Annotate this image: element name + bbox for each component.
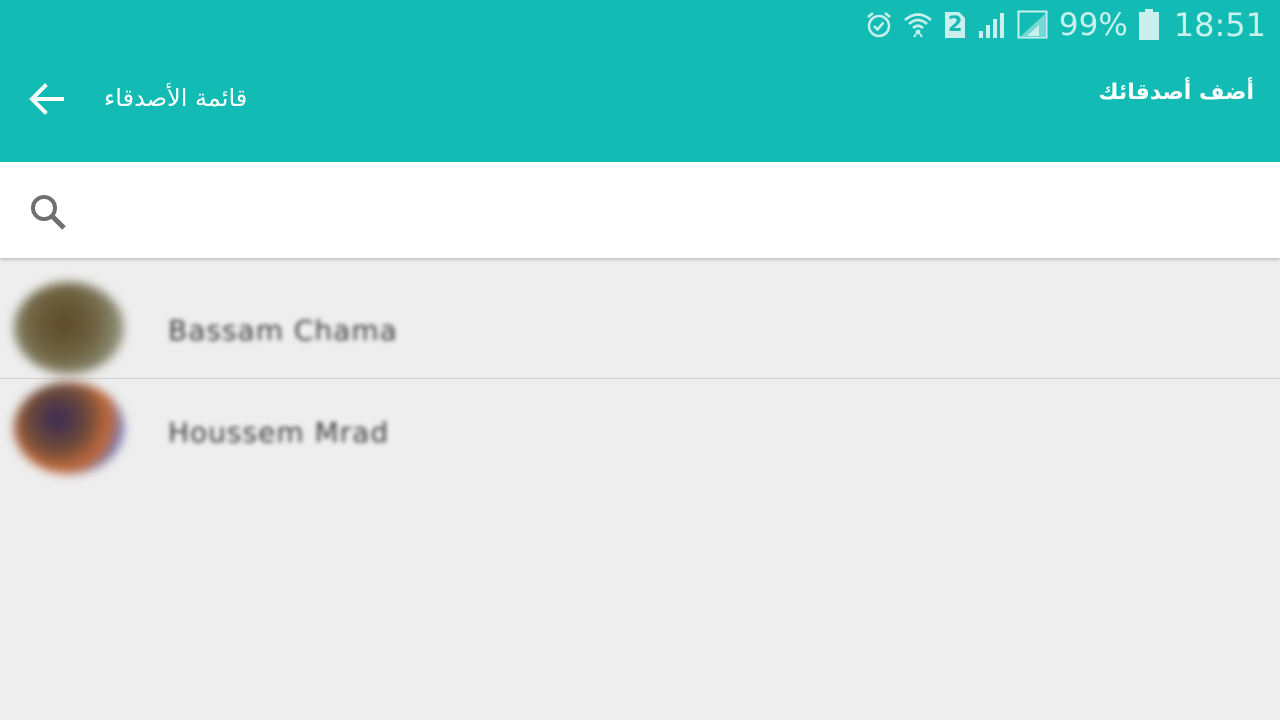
signal-2-icon bbox=[1017, 10, 1049, 40]
avatar bbox=[14, 382, 124, 474]
sim-2-label: 2 bbox=[947, 12, 963, 36]
search-input[interactable] bbox=[90, 186, 1254, 236]
battery-percent: 99% bbox=[1058, 7, 1128, 43]
avatar bbox=[14, 282, 124, 374]
status-time: 18:51 bbox=[1173, 6, 1266, 44]
friend-name: Houssem Mrad bbox=[168, 416, 390, 449]
wifi-icon bbox=[903, 10, 933, 40]
add-friends-button[interactable]: أضف أصدقائك bbox=[1098, 80, 1254, 105]
back-button[interactable] bbox=[26, 78, 68, 120]
sim-2-icon: 2 bbox=[943, 10, 967, 40]
list-item[interactable]: Bassam Chama bbox=[0, 260, 1280, 379]
app-bar: 2 99% 18:51 قائمة الأصدقاء أضف أصدقائك bbox=[0, 0, 1280, 162]
search-bar bbox=[0, 162, 1280, 258]
friend-list: Bassam Chama Houssem Mrad bbox=[0, 260, 1280, 478]
alarm-icon bbox=[865, 11, 893, 39]
search-icon[interactable] bbox=[28, 192, 68, 232]
page-title: قائمة الأصدقاء bbox=[104, 84, 248, 112]
arrow-back-icon bbox=[29, 83, 64, 115]
signal-icon bbox=[977, 11, 1007, 39]
status-bar: 2 99% 18:51 bbox=[865, 6, 1266, 44]
friend-name: Bassam Chama bbox=[168, 314, 398, 347]
list-item[interactable]: Houssem Mrad bbox=[0, 378, 1280, 478]
battery-icon bbox=[1138, 9, 1160, 41]
